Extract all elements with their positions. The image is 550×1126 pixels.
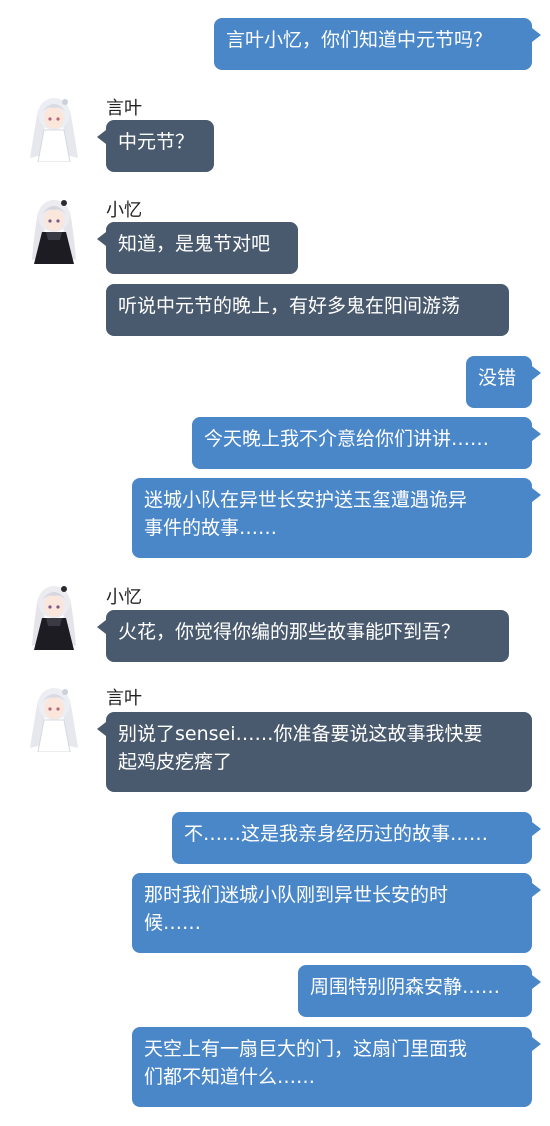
bubble-tail: [532, 1037, 541, 1051]
bubble-tail: [532, 883, 541, 897]
sender-name: 言叶: [106, 688, 142, 709]
avatar-xiaoyi[interactable]: [24, 580, 84, 650]
bubble-tail: [532, 366, 541, 380]
message-bubble-incoming[interactable]: 火花，你觉得你编的那些故事能吓到吾？: [106, 610, 509, 662]
message-bubble-incoming[interactable]: 知道，是鬼节对吧: [106, 222, 298, 274]
message-bubble-outgoing[interactable]: 没错: [466, 356, 532, 408]
avatar-yanye[interactable]: [24, 92, 84, 163]
bubble-tail: [532, 427, 541, 441]
bubble-tail: [97, 620, 106, 634]
sender-name: 小忆: [106, 587, 142, 608]
bubble-tail: [532, 822, 541, 836]
message-bubble-outgoing[interactable]: 迷城小队在异世长安护送玉玺遭遇诡异 事件的故事……: [132, 478, 532, 558]
message-bubble-outgoing[interactable]: 周围特别阴森安静……: [298, 965, 532, 1017]
bubble-tail: [97, 130, 106, 144]
bubble-tail: [97, 232, 106, 246]
bubble-tail: [532, 975, 541, 989]
sender-name: 小忆: [106, 200, 142, 221]
message-bubble-incoming[interactable]: 听说中元节的晚上，有好多鬼在阳间游荡: [106, 284, 509, 336]
bubble-tail: [532, 28, 541, 42]
bubble-tail: [532, 488, 541, 502]
message-bubble-outgoing[interactable]: 那时我们迷城小队刚到异世长安的时 候……: [132, 873, 532, 953]
message-bubble-incoming[interactable]: 别说了sensei……你准备要说这故事我快要 起鸡皮疙瘩了: [106, 712, 532, 792]
message-bubble-incoming[interactable]: 中元节？: [106, 120, 214, 172]
sender-name: 言叶: [106, 98, 142, 119]
message-bubble-outgoing[interactable]: 今天晚上我不介意给你们讲讲……: [192, 417, 532, 469]
message-bubble-outgoing[interactable]: 天空上有一扇巨大的门，这扇门里面我 们都不知道什么……: [132, 1027, 532, 1107]
message-bubble-outgoing[interactable]: 不……这是我亲身经历过的故事……: [172, 812, 532, 864]
bubble-tail: [97, 722, 106, 736]
avatar-xiaoyi[interactable]: [24, 194, 84, 264]
message-bubble-outgoing[interactable]: 言叶小忆，你们知道中元节吗？: [214, 18, 532, 70]
avatar-yanye[interactable]: [24, 682, 84, 753]
